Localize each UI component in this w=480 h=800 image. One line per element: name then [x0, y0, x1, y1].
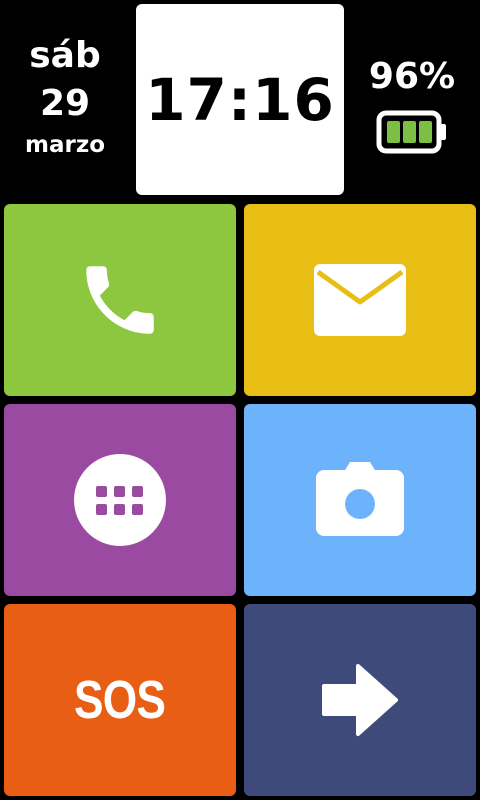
battery-status: 96%: [352, 54, 472, 154]
clock-display[interactable]: 17:16: [136, 4, 344, 195]
envelope-icon: [314, 264, 406, 336]
date-display: sáb 29 marzo: [0, 32, 130, 160]
arrow-right-icon: [322, 664, 398, 736]
battery-bar-2: [403, 121, 416, 143]
app-grid-icon: [74, 454, 166, 546]
sos-label: SOS: [74, 670, 166, 730]
apps-tile[interactable]: [4, 404, 236, 596]
sos-tile[interactable]: SOS: [4, 604, 236, 796]
battery-bar-3: [419, 121, 432, 143]
battery-bar-1: [387, 121, 400, 143]
clock-time: 17:16: [145, 65, 335, 134]
month-name: marzo: [24, 132, 106, 158]
battery-percent: 96%: [368, 56, 456, 97]
day-number: 29: [39, 83, 91, 124]
day-of-week: sáb: [29, 35, 101, 76]
status-bar: sáb 29 marzo 17:16 96%: [0, 0, 480, 200]
battery-icon: [376, 110, 446, 154]
camera-tile[interactable]: [244, 404, 476, 596]
phone-tile[interactable]: [4, 204, 236, 396]
phone-icon: [86, 266, 154, 334]
camera-icon: [316, 462, 404, 536]
messages-tile[interactable]: [244, 204, 476, 396]
next-page-tile[interactable]: [244, 604, 476, 796]
